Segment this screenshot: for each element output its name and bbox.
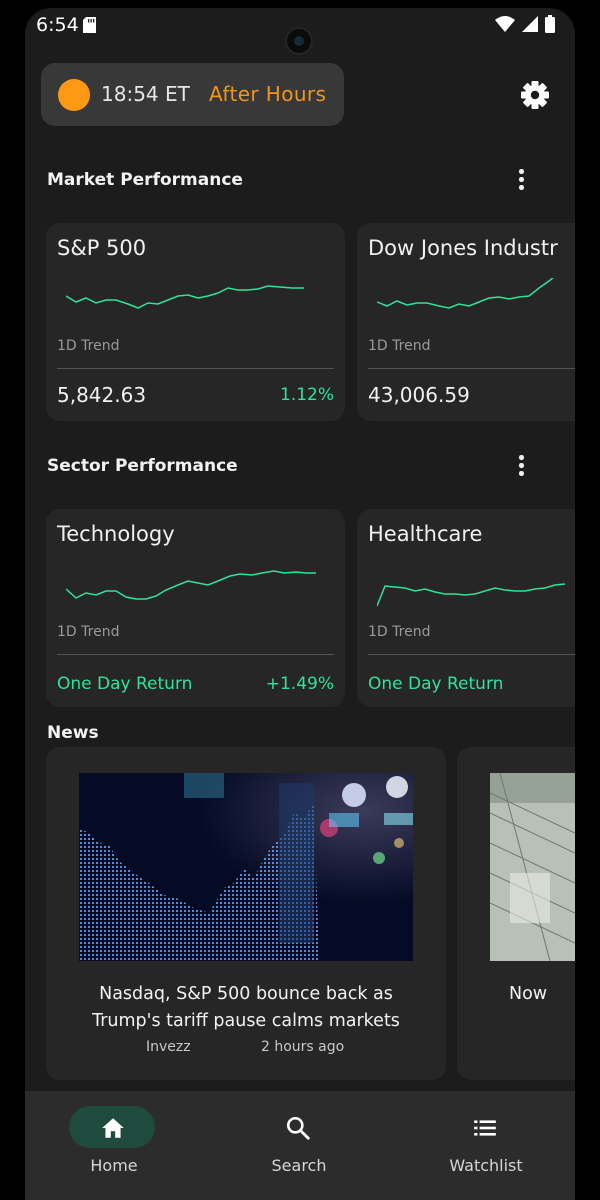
app-screen: 6:54 18:54 ET After Hours Market Perform…: [25, 8, 575, 1200]
nav-item-home[interactable]: Home: [34, 1091, 194, 1200]
card-divider: [368, 654, 575, 655]
one-day-return-label: One Day Return: [368, 674, 504, 694]
index-value: 5,842.63: [57, 383, 147, 407]
news-source: Invezz: [146, 1039, 191, 1055]
cellular-signal-icon: [522, 16, 538, 32]
sector-card-technology[interactable]: Technology 1D Trend One Day Return +1.49…: [46, 509, 345, 707]
trend-sparkline: [377, 583, 566, 607]
bottom-navigation: Home Search Watchlist: [25, 1091, 575, 1200]
sector-performance-more-icon[interactable]: [509, 453, 533, 479]
trend-sparkline: [377, 278, 554, 309]
news-article-card[interactable]: Nasdaq, S&P 500 bounce back as Trump's t…: [46, 747, 446, 1080]
index-name: Dow Jones Industr: [368, 236, 558, 260]
card-divider: [368, 368, 575, 369]
card-divider: [57, 368, 334, 369]
front-camera: [285, 27, 313, 55]
index-card-dow-jones[interactable]: Dow Jones Industr 1D Trend 43,006.59: [357, 223, 575, 421]
market-time: 18:54 ET: [101, 82, 190, 106]
trend-label: 1D Trend: [368, 624, 431, 640]
index-name: S&P 500: [57, 236, 147, 260]
market-session-indicator-icon: [58, 79, 90, 111]
nav-item-search[interactable]: Search: [219, 1091, 379, 1200]
news-headline: Nasdaq, S&P 500 bounce back as Trump's t…: [92, 984, 400, 1031]
home-icon: [102, 1118, 124, 1138]
index-change: 1.12%: [279, 385, 334, 405]
trend-sparkline: [66, 570, 316, 600]
wifi-icon: [495, 16, 515, 32]
nav-label-watchlist: Watchlist: [449, 1156, 523, 1175]
news-article-image: [79, 773, 413, 961]
market-status-pill[interactable]: 18:54 ET After Hours: [41, 63, 344, 126]
battery-icon: [545, 15, 555, 33]
sd-card-icon: [83, 17, 96, 33]
market-session: After Hours: [209, 82, 327, 106]
trend-label: 1D Trend: [57, 624, 120, 640]
trend-label: 1D Trend: [368, 338, 431, 354]
news-article-image: [490, 773, 575, 961]
search-icon: [286, 1116, 310, 1140]
card-divider: [57, 654, 334, 655]
nav-label-home: Home: [90, 1156, 138, 1175]
list-icon: [474, 1120, 496, 1136]
settings-gear-icon[interactable]: [519, 79, 551, 111]
market-performance-more-icon[interactable]: [509, 167, 533, 193]
news-headline: Now: [509, 984, 548, 1004]
sector-card-healthcare[interactable]: Healthcare 1D Trend One Day Return: [357, 509, 575, 707]
status-time: 6:54: [36, 14, 79, 36]
one-day-return-value: +1.49%: [265, 674, 334, 694]
news-title: News: [47, 723, 99, 743]
sector-name: Healthcare: [368, 522, 483, 546]
news-age: 2 hours ago: [261, 1039, 345, 1055]
one-day-return-label: One Day Return: [57, 674, 193, 694]
news-article-card[interactable]: Now: [457, 747, 575, 1080]
nav-item-watchlist[interactable]: Watchlist: [406, 1091, 566, 1200]
index-value: 43,006.59: [368, 383, 470, 407]
market-performance-title: Market Performance: [47, 170, 243, 190]
trend-sparkline: [66, 285, 304, 309]
sector-name: Technology: [57, 522, 175, 546]
nav-label-search: Search: [271, 1156, 327, 1175]
index-card-sp500[interactable]: S&P 500 1D Trend 5,842.63 1.12%: [46, 223, 345, 421]
sector-performance-title: Sector Performance: [47, 456, 238, 476]
trend-label: 1D Trend: [57, 338, 120, 354]
